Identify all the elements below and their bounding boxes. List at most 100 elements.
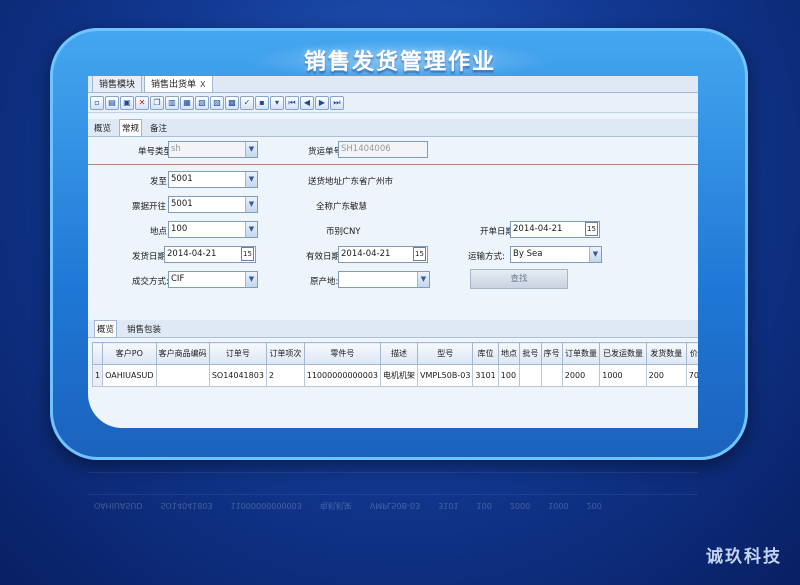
tab-overview[interactable]: 概览 [92, 120, 113, 136]
table-row[interactable]: 1 OAHIUASUD SO14041803 2 11000000000003 … [91, 364, 698, 387]
last-icon[interactable]: ⏭ [330, 95, 344, 110]
grid-header[interactable]: 订单号 [208, 342, 267, 365]
check-icon[interactable]: ✓ [240, 95, 254, 110]
new-icon[interactable]: ▫ [90, 95, 104, 110]
print-icon[interactable]: ▦ [180, 95, 194, 110]
cell-serial[interactable] [540, 364, 563, 387]
chevron-down-icon[interactable]: ▼ [245, 197, 257, 212]
delivery-address-label: 送货地址广东省广州市 [308, 175, 393, 187]
calendar-icon[interactable]: 15 [585, 222, 598, 236]
transport-select[interactable]: By Sea ▼ [510, 246, 602, 263]
tab-sales-module[interactable]: 销售模块 [92, 76, 143, 92]
grid-header[interactable]: 描述 [380, 342, 419, 365]
grid-header[interactable]: 库位 [472, 342, 499, 365]
doc-type-select[interactable]: sh ▼ [168, 141, 258, 158]
header-form: 单号类型 sh ▼ 货运单号 SH1404006 发至 5001 ▼ 送货地址广东省… [88, 137, 698, 289]
tab-remarks[interactable]: 备注 [148, 120, 169, 136]
ship-to-value: 5001 [171, 174, 193, 184]
open-icon[interactable]: ▤ [105, 95, 119, 110]
transport-label: 运输方式: [468, 252, 505, 262]
calendar-icon[interactable]: 15 [241, 247, 254, 261]
copy-icon[interactable]: ❐ [150, 95, 164, 110]
row-index: 1 [91, 364, 104, 387]
grid-header[interactable]: 零件号 [303, 342, 382, 365]
ship-date-field[interactable]: 2014-04-21 15 [164, 246, 256, 263]
chevron-down-icon[interactable]: ▼ [245, 142, 257, 157]
cell-bin[interactable]: 3101 [472, 364, 499, 387]
delete-icon[interactable]: ✕ [135, 95, 149, 110]
grid-header[interactable]: 价 [685, 342, 698, 365]
cell-shipped-qty[interactable]: 1000 [599, 364, 647, 387]
tab-detail-overview[interactable]: 概览 [94, 319, 118, 338]
currency-value: CNY [343, 227, 361, 237]
shipment-no-field[interactable]: SH1404006 [338, 141, 428, 158]
next-icon[interactable]: ▶ [315, 95, 329, 110]
transport-value: By Sea [513, 249, 543, 259]
chevron-down-icon[interactable]: ▼ [245, 172, 257, 187]
shipment-no-label: 货运单号 [308, 147, 343, 157]
reflection-text: 电机机架 [319, 501, 352, 510]
cell-order-qty[interactable]: 2000 [561, 364, 601, 387]
currency-caption: 币别 [326, 227, 344, 237]
tab-sales-packaging[interactable]: 销售包装 [125, 321, 163, 337]
full-name-caption: 全称 [316, 202, 334, 212]
deal-mode-select[interactable]: CIF ▼ [168, 271, 258, 288]
divider [88, 164, 698, 165]
origin-label: 原产地: [310, 277, 339, 287]
cell-model[interactable]: VMPL50B-03 [417, 364, 474, 387]
document-tabs: 销售模块 销售出货单 X [88, 76, 698, 93]
cell-order-line[interactable]: 2 [265, 364, 305, 387]
grid-header[interactable]: 已发运数量 [599, 342, 647, 365]
export-icon[interactable]: ▨ [210, 95, 224, 110]
grid-header[interactable]: 客户PO [102, 342, 157, 365]
bill-to-select[interactable]: 5001 ▼ [168, 196, 258, 213]
filter-icon[interactable]: ▾ [270, 95, 284, 110]
grid-header[interactable]: 订单数量 [561, 342, 601, 365]
grid-header[interactable]: 发货数量 [645, 342, 687, 365]
cell-order-no[interactable]: SO14041803 [208, 364, 267, 387]
cell-price[interactable]: 70 [685, 364, 698, 387]
chevron-down-icon[interactable]: ▼ [417, 272, 429, 287]
attach-icon[interactable]: ▪ [255, 95, 269, 110]
cell-customer-item[interactable] [155, 364, 210, 387]
location-select[interactable]: 100 ▼ [168, 221, 258, 238]
cell-description[interactable]: 电机机架 [380, 364, 419, 387]
chevron-down-icon[interactable]: ▼ [245, 272, 257, 287]
cell-location[interactable]: 100 [497, 364, 521, 387]
cell-customer-po[interactable]: OAHIUASUD [102, 364, 157, 387]
calendar-icon[interactable]: 15 [413, 247, 426, 261]
detail-tabs: 概览 销售包装 [88, 319, 698, 338]
import-icon[interactable]: ▩ [225, 95, 239, 110]
chevron-down-icon[interactable]: ▼ [589, 247, 601, 262]
close-icon[interactable]: X [200, 80, 205, 89]
grid-header-row: 客户PO 客户商品编码 订单号 订单项次 零件号 描述 型号 库位 地点 批号 … [91, 342, 698, 365]
grid-header[interactable]: 批号 [519, 342, 542, 365]
valid-date-field[interactable]: 2014-04-21 15 [338, 246, 428, 263]
paste-icon[interactable]: ▥ [165, 95, 179, 110]
open-date-label: 开单日期 [480, 227, 515, 237]
save-icon[interactable]: ▣ [120, 95, 134, 110]
preview-icon[interactable]: ▧ [195, 95, 209, 110]
first-icon[interactable]: ⏮ [285, 95, 299, 110]
grid-header[interactable]: 客户商品编码 [155, 342, 210, 365]
ship-date-value: 2014-04-21 [167, 249, 217, 259]
open-date-field[interactable]: 2014-04-21 15 [510, 221, 600, 238]
search-button[interactable]: 查找 [470, 269, 568, 289]
reflection-text: OAHIUASUD [94, 501, 143, 510]
grid-header[interactable]: 型号 [417, 342, 474, 365]
grid-header[interactable]: 订单项次 [265, 342, 305, 365]
origin-select[interactable]: ▼ [338, 271, 430, 288]
prev-icon[interactable]: ◀ [300, 95, 314, 110]
tab-sales-shipment[interactable]: 销售出货单 X [144, 76, 213, 92]
reflection-text: 200 [586, 501, 602, 510]
chevron-down-icon[interactable]: ▼ [245, 222, 257, 237]
doc-type-value: sh [171, 144, 181, 154]
cell-part-no[interactable]: 11000000000003 [303, 364, 382, 387]
grid-header[interactable]: 地点 [497, 342, 521, 365]
cell-lot[interactable] [519, 364, 542, 387]
tab-label: 销售出货单 [151, 80, 197, 90]
cell-ship-qty[interactable]: 200 [645, 364, 687, 387]
tab-general[interactable]: 常规 [119, 118, 143, 137]
ship-to-select[interactable]: 5001 ▼ [168, 171, 258, 188]
grid-header[interactable]: 序号 [540, 342, 563, 365]
